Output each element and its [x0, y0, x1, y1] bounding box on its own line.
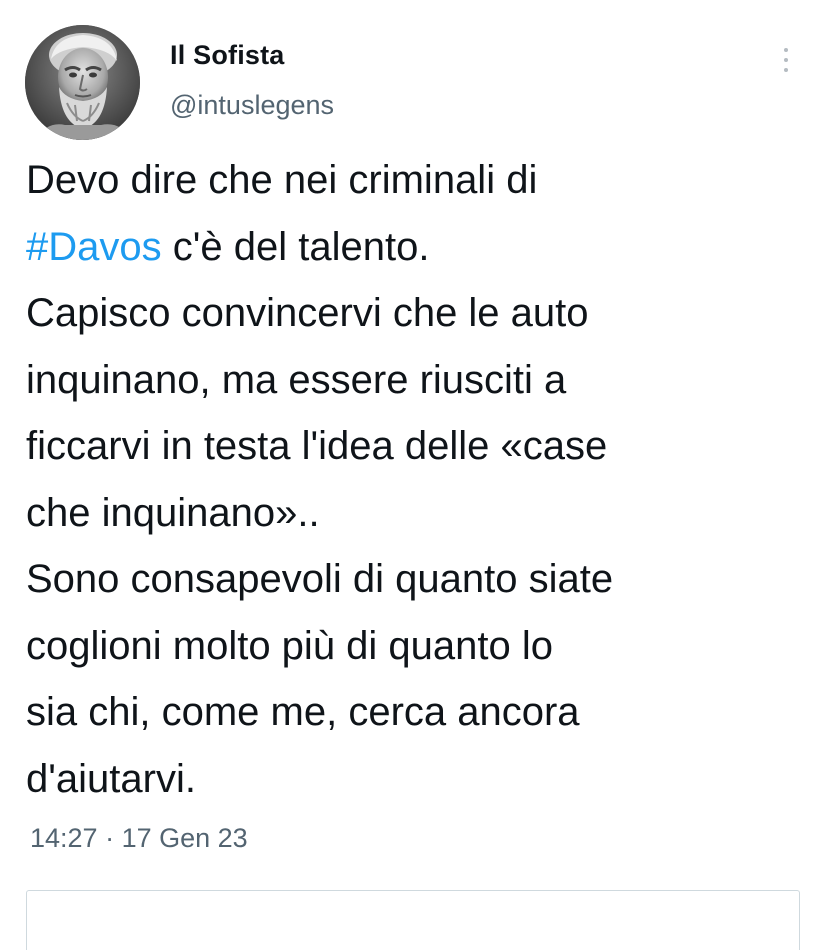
tweet-line: #Davos c'è del talento.: [26, 214, 816, 281]
tweet-time[interactable]: 14:27: [30, 823, 98, 853]
tweet-text: Devo dire che nei criminali di #Davos c'…: [26, 147, 816, 812]
actions-bar-divider: [26, 890, 800, 950]
tweet-line: Sono consapevoli di quanto siate: [26, 557, 614, 601]
tweet-line: ficcarvi in testa l'idea delle «case: [26, 424, 608, 468]
tweet-line: sia chi, come me, cerca ancora: [26, 690, 580, 734]
tweet-line: Capisco convincervi che le auto: [26, 291, 589, 335]
tweet-line-text: c'è del talento.: [161, 224, 430, 269]
tweet-line: d'aiutarvi.: [26, 756, 196, 801]
bust-portrait-avatar-icon: [25, 25, 140, 140]
tweet-line: che inquinano»..: [26, 490, 320, 535]
tweet-line: Devo dire che nei criminali di: [26, 158, 538, 202]
display-name[interactable]: Il Sofista: [170, 40, 285, 71]
avatar[interactable]: [25, 25, 140, 140]
tweet-timestamp: 14:27 · 17 Gen 23: [30, 823, 248, 854]
tweet-date[interactable]: 17 Gen 23: [122, 823, 248, 853]
separator-dot: ·: [97, 823, 122, 853]
user-handle[interactable]: @intuslegens: [170, 90, 334, 121]
hashtag-link[interactable]: #Davos: [26, 225, 162, 269]
more-vertical-icon[interactable]: [776, 42, 796, 78]
tweet-card: Il Sofista @intuslegens Devo dire che ne…: [0, 0, 828, 950]
tweet-line: coglioni molto più di quanto lo: [26, 623, 554, 668]
tweet-line: inquinano, ma essere riusciti a: [26, 357, 567, 402]
